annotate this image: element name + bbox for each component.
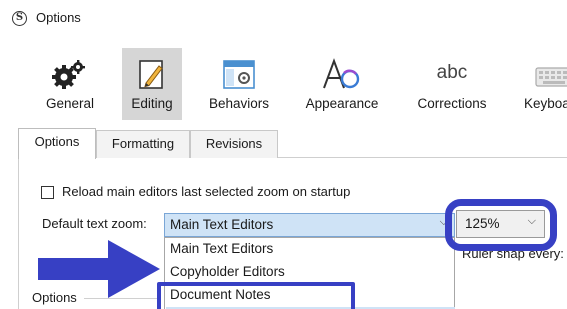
toolbar-behaviors[interactable]: Behaviors [200,48,278,120]
toolbar-label: Appearance [305,96,379,111]
gears-icon [52,60,85,89]
toolbar-label: Keyboa [524,96,567,111]
toolbar-label: Editing [131,96,173,111]
font-circle-icon [323,58,360,89]
keyboard-icon [535,67,567,87]
toolbar-label: General [45,96,95,111]
scrivener-logo-icon: S [12,11,27,26]
window-title: Options [36,10,81,25]
default-zoom-select[interactable]: Main Text Editors ⌵ [164,213,455,237]
tab-formatting[interactable]: Formatting [96,130,190,158]
toolbar-appearance[interactable]: Appearance [296,48,388,120]
toolbar-general[interactable]: General [36,48,104,120]
reload-zoom-label[interactable]: Reload main editors last selected zoom o… [62,184,350,199]
group-divider [84,298,159,299]
tab-revisions[interactable]: Revisions [190,130,278,158]
options-toolbar: General Editing Behaviors Appearance abc… [0,36,567,124]
window-gear-icon [223,60,255,89]
toolbar-label: Corrections [417,96,487,111]
title-bar: S Options [0,0,567,36]
dropdown-option-main-text-editors[interactable]: Main Text Editors [170,241,273,256]
pencil-page-icon [139,60,163,89]
toolbar-editing[interactable]: Editing [122,48,182,120]
toolbar-keyboard[interactable]: Keyboa [514,48,567,120]
tab-bar: Options Formatting Revisions [18,128,567,159]
dropdown-option-copyholder-editors[interactable]: Copyholder Editors [170,264,285,279]
document-notes-highlight-annotation [157,282,355,309]
tab-options[interactable]: Options [18,128,96,159]
arrow-right-icon [38,240,160,298]
default-zoom-label: Default text zoom: [42,216,147,231]
reload-zoom-checkbox[interactable] [41,186,54,199]
toolbar-corrections[interactable]: abc Corrections [408,48,496,120]
toolbar-label: Behaviors [208,96,270,111]
zoom-highlight-annotation [445,199,557,251]
default-zoom-value: Main Text Editors [170,217,274,232]
abc-icon: abc [436,62,468,83]
